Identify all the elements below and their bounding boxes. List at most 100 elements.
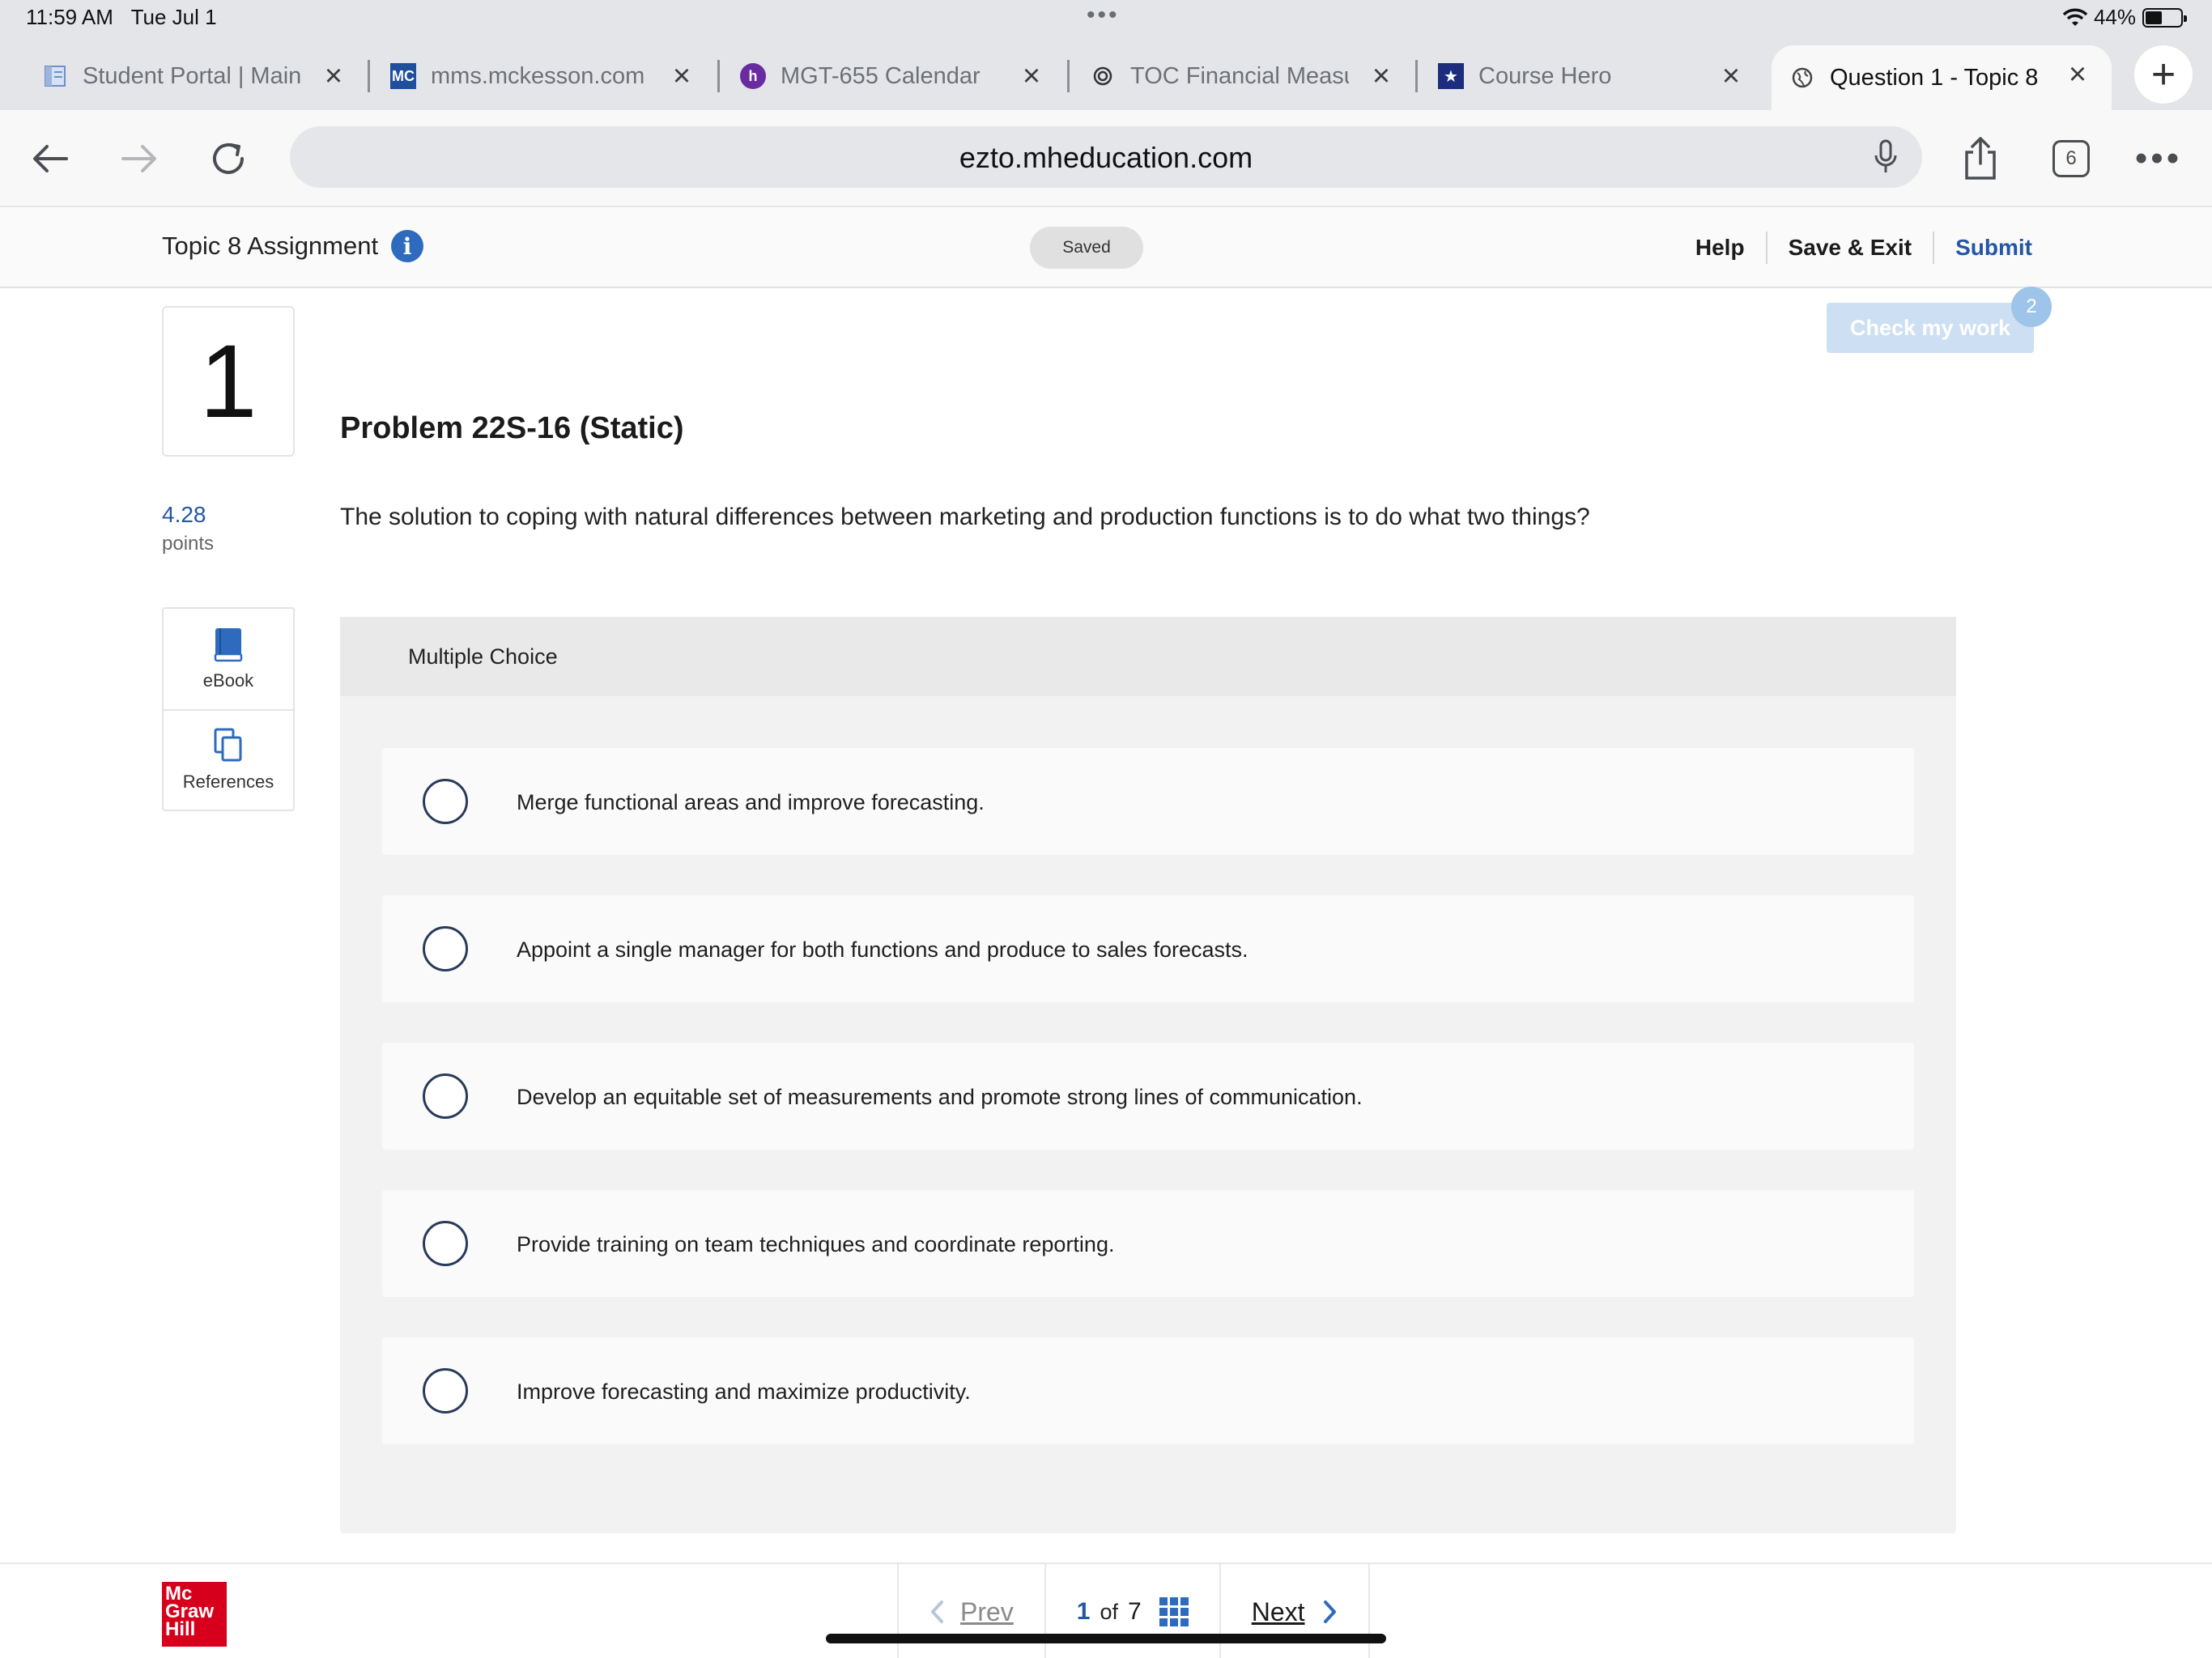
radio-button[interactable] bbox=[423, 1221, 468, 1266]
of-label: of bbox=[1100, 1599, 1119, 1624]
tab-separator bbox=[1067, 60, 1070, 92]
new-tab-button[interactable]: + bbox=[2134, 45, 2193, 104]
current-page: 1 bbox=[1076, 1598, 1091, 1625]
book-icon bbox=[214, 628, 243, 662]
url-text: ezto.mheducation.com bbox=[959, 141, 1253, 174]
close-tab-icon[interactable]: × bbox=[2061, 57, 2094, 91]
back-button[interactable] bbox=[26, 134, 74, 183]
help-link[interactable]: Help bbox=[1674, 235, 1766, 261]
pagination: Prev 1 of 7 Next bbox=[897, 1564, 1370, 1658]
choice-text: Improve forecasting and maximize product… bbox=[517, 1380, 971, 1404]
submit-link[interactable]: Submit bbox=[1934, 235, 2032, 261]
browser-toolbar: ezto.mheducation.com 6 ••• bbox=[0, 110, 2212, 207]
tab-title: Course Hero bbox=[1478, 62, 1612, 89]
choice-text: Provide training on team techniques and … bbox=[517, 1232, 1115, 1256]
footer: Mc Graw Hill Prev 1 of 7 Next bbox=[0, 1562, 2212, 1658]
next-button[interactable]: Next bbox=[1219, 1564, 1370, 1658]
question-type-label: Multiple Choice bbox=[408, 644, 558, 669]
openai-icon bbox=[1090, 63, 1116, 89]
radio-button[interactable] bbox=[423, 1368, 468, 1414]
choice-option[interactable]: Merge functional areas and improve forec… bbox=[382, 748, 1914, 855]
back-arrow-icon bbox=[33, 145, 68, 172]
problem-title: Problem 22S-16 (Static) bbox=[340, 411, 684, 445]
reload-icon bbox=[213, 143, 244, 174]
tab-student-portal[interactable]: Student Portal | Main × bbox=[42, 47, 350, 105]
tab-title: Student Portal | Main bbox=[83, 62, 301, 89]
tab-separator bbox=[717, 60, 720, 92]
document-icon bbox=[42, 63, 68, 89]
question-number: 1 bbox=[162, 306, 295, 457]
coursehero-icon: ★ bbox=[1438, 63, 1464, 89]
check-my-work-button[interactable]: Check my work bbox=[1827, 303, 2034, 353]
battery-percent: 44% bbox=[2093, 5, 2136, 29]
info-icon[interactable]: i bbox=[391, 230, 424, 262]
side-tools: eBook References bbox=[162, 607, 295, 811]
tab-toc-financial[interactable]: TOC Financial Measu × bbox=[1090, 47, 1397, 105]
microphone-icon[interactable] bbox=[1874, 139, 1898, 175]
ebook-button[interactable]: eBook bbox=[164, 609, 293, 709]
tab-title: TOC Financial Measu bbox=[1130, 62, 1349, 89]
prev-label: Prev bbox=[960, 1596, 1014, 1626]
mcgraw-hill-logo: Mc Graw Hill bbox=[162, 1582, 227, 1647]
h-icon: h bbox=[740, 63, 766, 89]
tab-title: MGT-655 Calendar bbox=[781, 62, 981, 89]
tab-count: 6 bbox=[2052, 140, 2090, 177]
close-tab-icon[interactable]: × bbox=[666, 59, 698, 93]
close-tab-icon[interactable]: × bbox=[317, 59, 350, 93]
ebook-label: eBook bbox=[202, 670, 254, 691]
battery-fill bbox=[2146, 11, 2163, 24]
saved-status-badge: Saved bbox=[1030, 227, 1143, 269]
date: Tue Jul 1 bbox=[130, 5, 217, 29]
multiple-choice-panel: Multiple Choice Merge functional areas a… bbox=[340, 617, 1956, 1533]
references-button[interactable]: References bbox=[164, 709, 293, 810]
choice-option[interactable]: Improve forecasting and maximize product… bbox=[382, 1337, 1914, 1444]
address-bar[interactable]: ezto.mheducation.com bbox=[290, 126, 1922, 188]
chevron-left-icon bbox=[931, 1601, 943, 1623]
tabs-overview-button[interactable]: 6 bbox=[2045, 133, 2097, 185]
battery-icon bbox=[2142, 7, 2187, 28]
prev-control[interactable]: Prev bbox=[929, 1597, 1014, 1627]
logo-line: Hill bbox=[165, 1618, 196, 1640]
tab-title: mms.mckesson.com bbox=[431, 62, 645, 89]
status-time: 11:59 AM Tue Jul 1 bbox=[26, 5, 217, 30]
save-exit-link[interactable]: Save & Exit bbox=[1767, 235, 1933, 261]
references-label: References bbox=[182, 772, 274, 792]
mckesson-icon: MC bbox=[390, 63, 416, 89]
globe-icon bbox=[1789, 65, 1815, 91]
forward-button[interactable] bbox=[115, 134, 164, 183]
tab-mckesson[interactable]: MC mms.mckesson.com × bbox=[390, 47, 698, 105]
radio-button[interactable] bbox=[423, 1073, 468, 1119]
radio-button[interactable] bbox=[423, 779, 468, 824]
points-display: 4.28 points bbox=[162, 502, 214, 555]
close-tab-icon[interactable]: × bbox=[1715, 59, 1747, 93]
choice-text: Merge functional areas and improve forec… bbox=[517, 790, 985, 814]
assignment-title-text: Topic 8 Assignment bbox=[162, 232, 379, 260]
tab-mgt655-calendar[interactable]: h MGT-655 Calendar × bbox=[740, 47, 1048, 105]
next-label: Next bbox=[1251, 1596, 1305, 1626]
close-tab-icon[interactable]: × bbox=[1015, 59, 1048, 93]
radio-button[interactable] bbox=[423, 926, 468, 971]
tab-course-hero[interactable]: ★ Course Hero × bbox=[1438, 47, 1747, 105]
more-options-icon[interactable]: ••• bbox=[2133, 133, 2184, 185]
reload-button[interactable] bbox=[204, 134, 253, 183]
forward-arrow-icon bbox=[121, 145, 156, 172]
page-indicator[interactable]: 1 of 7 bbox=[1044, 1564, 1219, 1658]
check-attempts-badge: 2 bbox=[2011, 287, 2052, 327]
choice-option[interactable]: Develop an equitable set of measurements… bbox=[382, 1043, 1914, 1150]
references-icon bbox=[214, 728, 242, 762]
next-control[interactable]: Next bbox=[1252, 1597, 1338, 1627]
choice-option[interactable]: Appoint a single manager for both functi… bbox=[382, 895, 1914, 1002]
multitasking-dots[interactable]: ••• bbox=[1087, 2, 1120, 29]
points-value: 4.28 bbox=[162, 502, 206, 527]
choice-option[interactable]: Provide training on team techniques and … bbox=[382, 1190, 1914, 1297]
tab-separator bbox=[1415, 60, 1418, 92]
share-button[interactable] bbox=[1955, 133, 2006, 185]
tab-strip: Student Portal | Main × MC mms.mckesson.… bbox=[0, 39, 2212, 110]
home-indicator[interactable] bbox=[826, 1634, 1386, 1643]
header-actions: Help Save & Exit Submit bbox=[1674, 232, 2032, 264]
chevron-right-icon bbox=[1323, 1601, 1336, 1623]
prev-button[interactable]: Prev bbox=[897, 1564, 1044, 1658]
question-grid-icon[interactable] bbox=[1159, 1597, 1189, 1626]
tab-question-1[interactable]: Question 1 - Topic 8 × bbox=[1772, 45, 2112, 110]
close-tab-icon[interactable]: × bbox=[1365, 59, 1397, 93]
